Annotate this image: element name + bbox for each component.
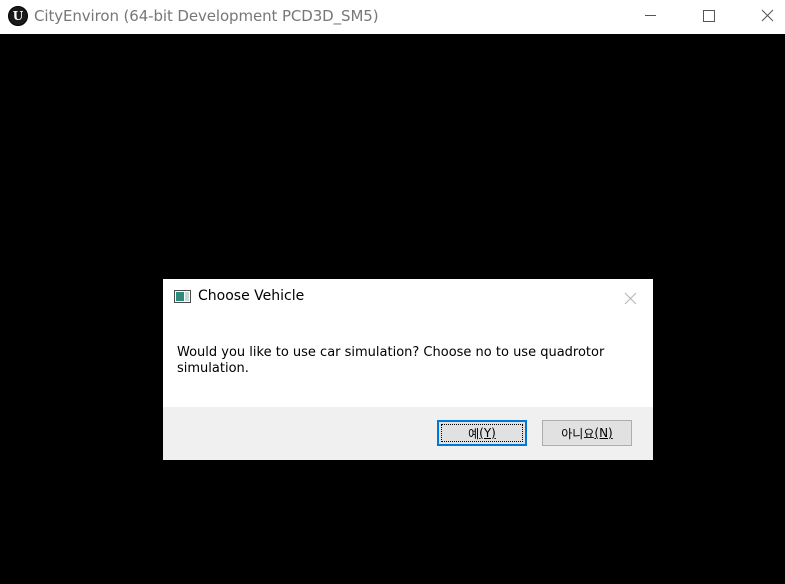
- dialog-title: Choose Vehicle: [198, 288, 305, 304]
- yes-button-label: 예: [468, 426, 480, 441]
- choose-vehicle-dialog: Choose Vehicle Would you like to use car…: [163, 279, 653, 460]
- close-button[interactable]: [744, 0, 785, 32]
- close-icon: [761, 9, 774, 22]
- unreal-engine-logo-icon[interactable]: U: [8, 6, 28, 26]
- minimize-button[interactable]: [628, 0, 674, 32]
- no-button-mnemonic: (N): [594, 426, 613, 440]
- dialog-close-icon: [624, 292, 637, 305]
- yes-button[interactable]: 예 (Y): [437, 420, 527, 446]
- window-title: CityEnviron (64-bit Development PCD3D_SM…: [34, 7, 379, 25]
- maximize-icon: [703, 10, 715, 22]
- dialog-message: Would you like to use car simulation? Ch…: [177, 345, 605, 376]
- no-button[interactable]: 아니요 (N): [542, 420, 632, 446]
- yes-button-mnemonic: (Y): [479, 426, 496, 440]
- minimize-icon: [645, 15, 656, 16]
- dialog-close-button[interactable]: [621, 289, 641, 309]
- dialog-button-bar: 예 (Y) 아니요 (N): [163, 407, 653, 460]
- no-button-label: 아니요: [561, 426, 595, 441]
- title-bar[interactable]: U CityEnviron (64-bit Development PCD3D_…: [0, 0, 785, 34]
- app-window: U CityEnviron (64-bit Development PCD3D_…: [0, 0, 785, 584]
- maximize-button[interactable]: [686, 0, 732, 32]
- dialog-app-icon: [174, 290, 191, 303]
